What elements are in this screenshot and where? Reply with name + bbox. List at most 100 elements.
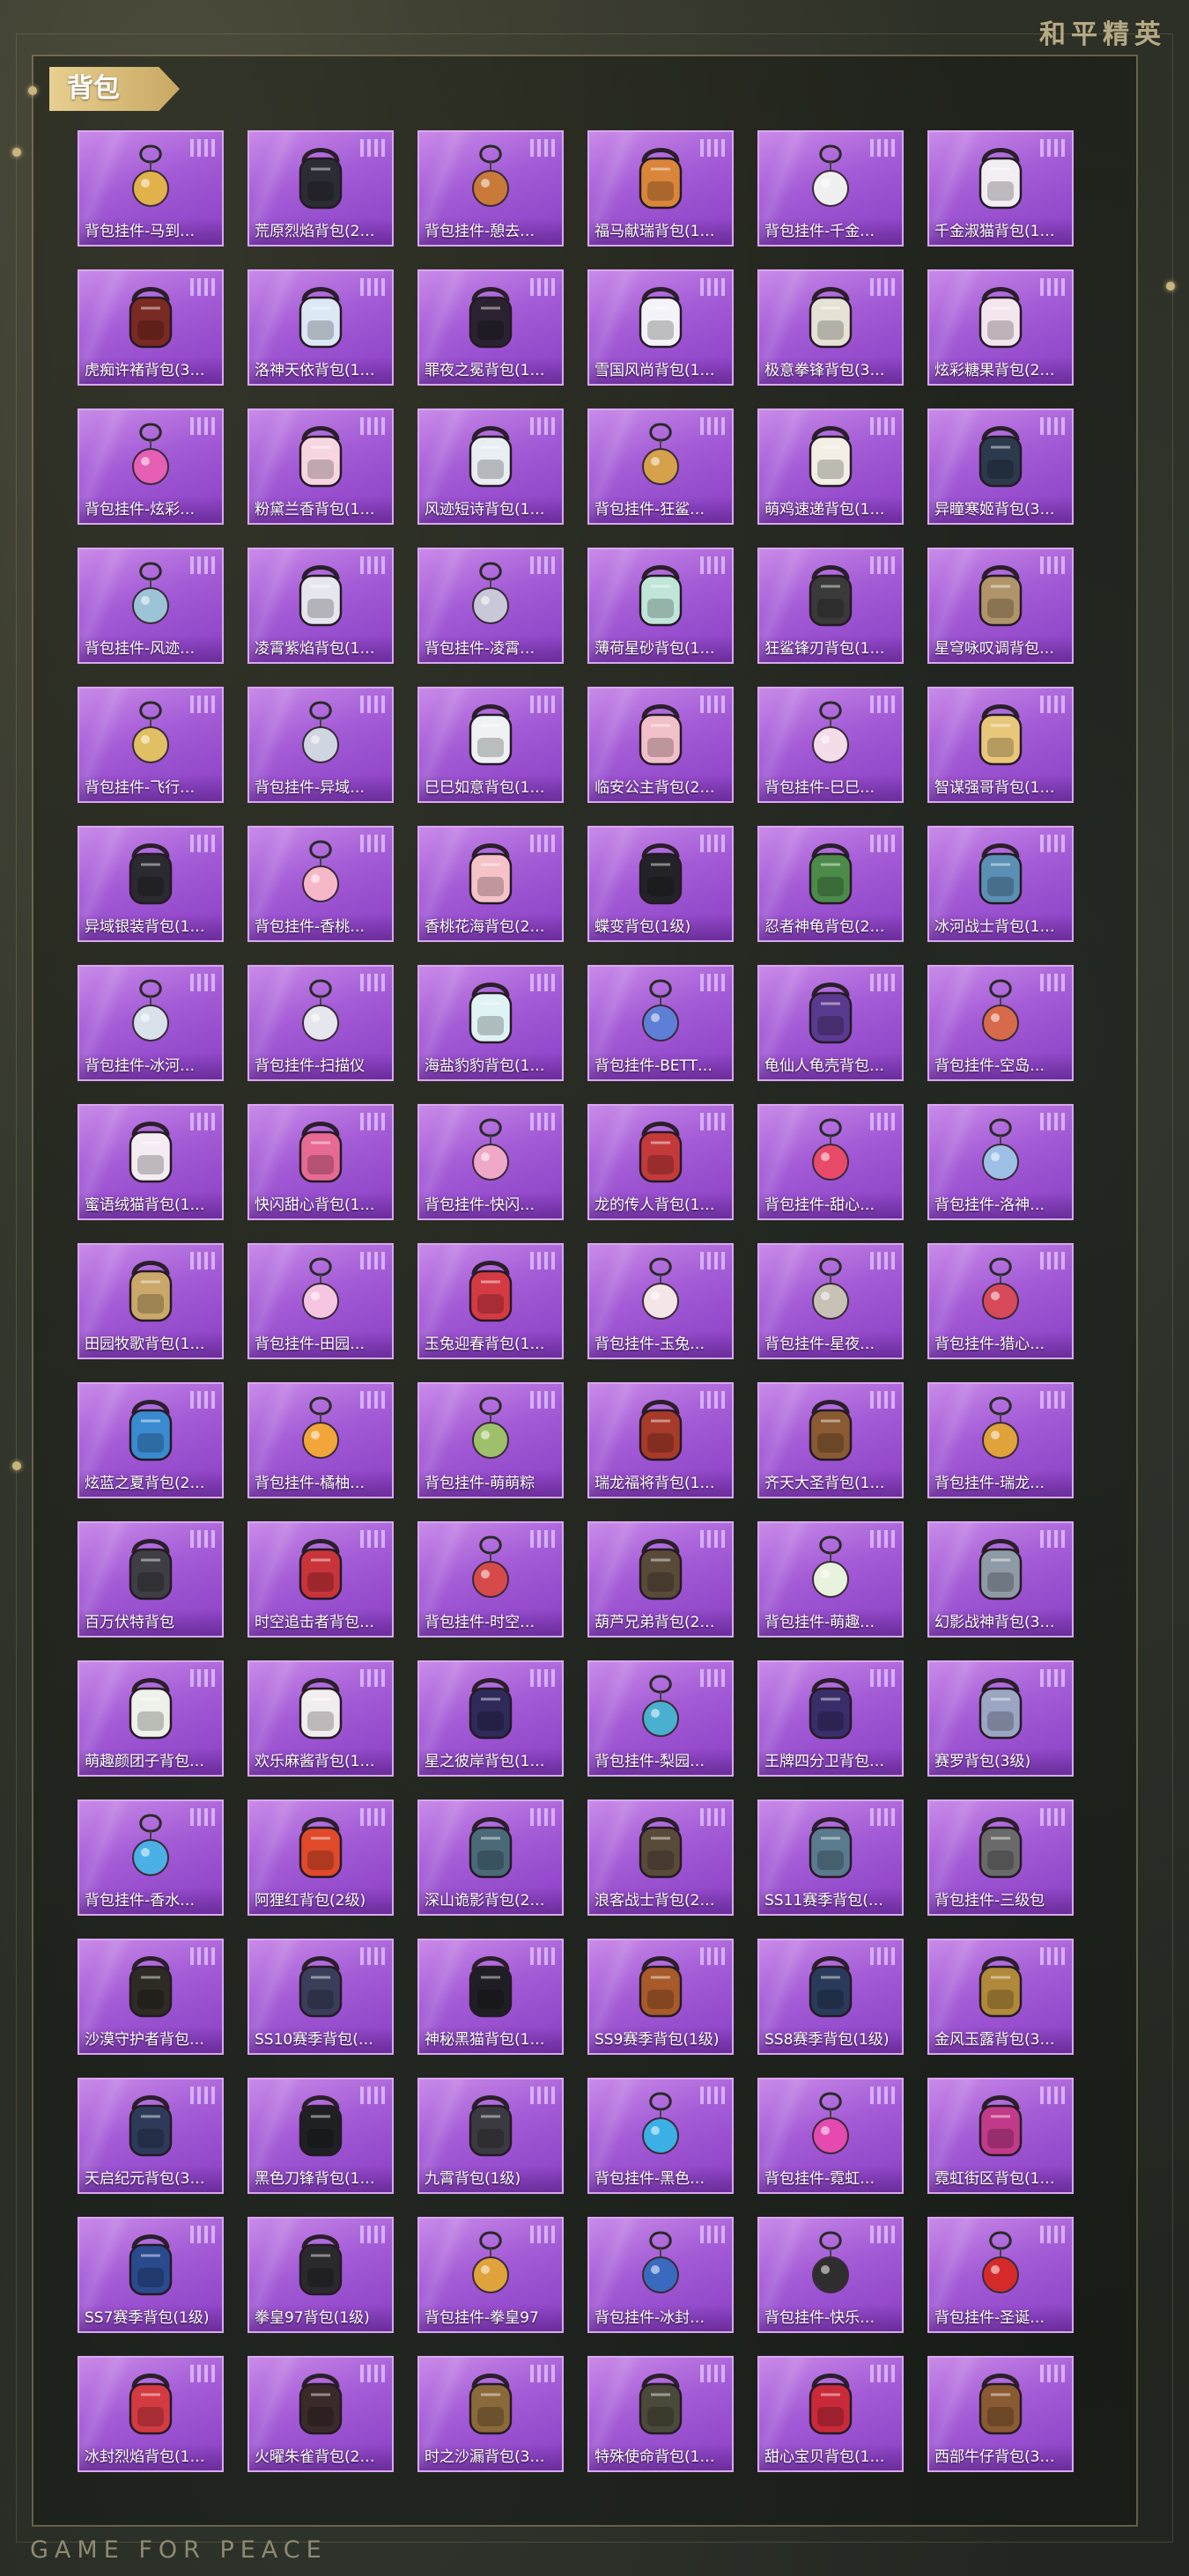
- item-card[interactable]: 背包挂件-时空…: [417, 1521, 564, 1638]
- item-card[interactable]: 赛罗背包(3级): [927, 1660, 1074, 1777]
- item-card[interactable]: 幻影战神背包(3…: [927, 1521, 1074, 1638]
- item-card[interactable]: 巳巳如意背包(1…: [417, 687, 564, 803]
- item-card[interactable]: 背包挂件-空岛…: [927, 965, 1074, 1081]
- item-card[interactable]: 背包挂件-三级包: [927, 1800, 1074, 1916]
- item-card[interactable]: 背包挂件-BETT…: [587, 965, 734, 1081]
- item-card[interactable]: 智谋强哥背包(1…: [927, 687, 1074, 803]
- item-card[interactable]: 背包挂件-霓虹…: [757, 2078, 904, 2194]
- item-card[interactable]: 罪夜之冕背包(1…: [417, 269, 564, 386]
- item-card[interactable]: 拳皇97背包(1级): [247, 2217, 394, 2333]
- item-card[interactable]: 背包挂件-炫彩…: [78, 408, 224, 525]
- item-card[interactable]: SS8赛季背包(1级): [757, 1939, 904, 2055]
- item-card[interactable]: 蝶变背包(1级): [587, 826, 734, 942]
- item-card[interactable]: 背包挂件-拳皇97: [417, 2217, 564, 2333]
- item-card[interactable]: 薄荷星砂背包(1…: [587, 548, 734, 664]
- item-card[interactable]: 背包挂件-千金…: [757, 130, 904, 247]
- item-card[interactable]: 沙漠守护者背包…: [78, 1939, 224, 2055]
- item-card[interactable]: 背包挂件-快乐…: [757, 2217, 904, 2333]
- item-card[interactable]: 忍者神龟背包(2…: [757, 826, 904, 942]
- item-card[interactable]: 齐天大圣背包(1…: [757, 1382, 904, 1498]
- item-card[interactable]: 火曜朱雀背包(2…: [247, 2356, 394, 2472]
- item-card[interactable]: 海盐豹豹背包(1…: [417, 965, 564, 1081]
- item-card[interactable]: SS7赛季背包(1级): [78, 2217, 224, 2333]
- item-card[interactable]: 田园牧歌背包(1…: [78, 1243, 224, 1359]
- item-card[interactable]: 龟仙人龟壳背包…: [757, 965, 904, 1081]
- item-card[interactable]: 冰河战士背包(1…: [927, 826, 1074, 942]
- item-card[interactable]: 背包挂件-冰河…: [78, 965, 224, 1081]
- item-card[interactable]: 阿狸红背包(2级): [247, 1800, 394, 1916]
- item-card[interactable]: 星之彼岸背包(1…: [417, 1660, 564, 1777]
- item-card[interactable]: 背包挂件-星夜…: [757, 1243, 904, 1359]
- item-card[interactable]: 背包挂件-田园…: [247, 1243, 394, 1359]
- item-card[interactable]: 极意拳锋背包(3…: [757, 269, 904, 386]
- item-card[interactable]: 背包挂件-香桃…: [247, 826, 394, 942]
- item-card[interactable]: 瑞龙福将背包(1…: [587, 1382, 734, 1498]
- item-card[interactable]: 福马献瑞背包(1…: [587, 130, 734, 247]
- item-card[interactable]: 背包挂件-狂鲨…: [587, 408, 734, 525]
- item-card[interactable]: 背包挂件-橘柚…: [247, 1382, 394, 1498]
- item-card[interactable]: 洛神天依背包(1…: [247, 269, 394, 386]
- item-card[interactable]: 特殊使命背包(1…: [587, 2356, 734, 2472]
- item-card[interactable]: 背包挂件-凌霄…: [417, 548, 564, 664]
- item-card[interactable]: 王牌四分卫背包…: [757, 1660, 904, 1777]
- item-card[interactable]: 风迹短诗背包(1…: [417, 408, 564, 525]
- item-card[interactable]: SS11赛季背包(…: [757, 1800, 904, 1916]
- item-card[interactable]: 异瞳寒姬背包(3…: [927, 408, 1074, 525]
- item-card[interactable]: 背包挂件-快闪…: [417, 1104, 564, 1220]
- item-card[interactable]: 蜜语绒猫背包(1…: [78, 1104, 224, 1220]
- item-card[interactable]: 背包挂件-憩去…: [417, 130, 564, 247]
- item-card[interactable]: SS9赛季背包(1级): [587, 1939, 734, 2055]
- item-card[interactable]: 西部牛仔背包(3…: [927, 2356, 1074, 2472]
- item-card[interactable]: 深山诡影背包(2…: [417, 1800, 564, 1916]
- item-card[interactable]: 香桃花海背包(2…: [417, 826, 564, 942]
- item-card[interactable]: 背包挂件-梨园…: [587, 1660, 734, 1777]
- item-card[interactable]: 背包挂件-风迹…: [78, 548, 224, 664]
- item-card[interactable]: 背包挂件-洛神…: [927, 1104, 1074, 1220]
- item-card[interactable]: 背包挂件-马到…: [78, 130, 224, 247]
- item-card[interactable]: 背包挂件-瑞龙…: [927, 1382, 1074, 1498]
- item-card[interactable]: 星穹咏叹调背包…: [927, 548, 1074, 664]
- item-card[interactable]: SS10赛季背包(…: [247, 1939, 394, 2055]
- item-card[interactable]: 神秘黑猫背包(1…: [417, 1939, 564, 2055]
- item-card[interactable]: 雪国风尚背包(1…: [587, 269, 734, 386]
- item-card[interactable]: 背包挂件-猎心…: [927, 1243, 1074, 1359]
- item-card[interactable]: 甜心宝贝背包(1…: [757, 2356, 904, 2472]
- item-card[interactable]: 背包挂件-巳巳…: [757, 687, 904, 803]
- item-card[interactable]: 异域银装背包(1…: [78, 826, 224, 942]
- item-card[interactable]: 凌霄紫焰背包(1…: [247, 548, 394, 664]
- item-card[interactable]: 狂鲨锋刃背包(1…: [757, 548, 904, 664]
- item-card[interactable]: 浪客战士背包(2…: [587, 1800, 734, 1916]
- item-card[interactable]: 背包挂件-萌趣…: [757, 1521, 904, 1638]
- item-card[interactable]: 背包挂件-飞行…: [78, 687, 224, 803]
- item-card[interactable]: 背包挂件-甜心…: [757, 1104, 904, 1220]
- item-card[interactable]: 龙的传人背包(1…: [587, 1104, 734, 1220]
- item-card[interactable]: 九霄背包(1级): [417, 2078, 564, 2194]
- item-card[interactable]: 背包挂件-萌萌粽: [417, 1382, 564, 1498]
- item-card[interactable]: 背包挂件-冰封…: [587, 2217, 734, 2333]
- item-card[interactable]: 背包挂件-玉兔…: [587, 1243, 734, 1359]
- item-card[interactable]: 冰封烈焰背包(1…: [78, 2356, 224, 2472]
- item-card[interactable]: 玉兔迎春背包(1…: [417, 1243, 564, 1359]
- item-card[interactable]: 霓虹街区背包(1…: [927, 2078, 1074, 2194]
- item-card[interactable]: 背包挂件-异域…: [247, 687, 394, 803]
- item-card[interactable]: 背包挂件-黑色…: [587, 2078, 734, 2194]
- item-card[interactable]: 炫彩糖果背包(2…: [927, 269, 1074, 386]
- item-card[interactable]: 炫蓝之夏背包(2…: [78, 1382, 224, 1498]
- item-card[interactable]: 欢乐麻酱背包(1…: [247, 1660, 394, 1777]
- item-card[interactable]: 黑色刀锋背包(1…: [247, 2078, 394, 2194]
- item-card[interactable]: 金风玉露背包(3…: [927, 1939, 1074, 2055]
- item-card[interactable]: 百万伏特背包: [78, 1521, 224, 1638]
- item-card[interactable]: 千金淑猫背包(1…: [927, 130, 1074, 247]
- item-card[interactable]: 粉黛兰香背包(1…: [247, 408, 394, 525]
- item-card[interactable]: 背包挂件-圣诞…: [927, 2217, 1074, 2333]
- item-card[interactable]: 天启纪元背包(3…: [78, 2078, 224, 2194]
- item-card[interactable]: 荒原烈焰背包(2…: [247, 130, 394, 247]
- item-card[interactable]: 葫芦兄弟背包(2…: [587, 1521, 734, 1638]
- item-card[interactable]: 背包挂件-香水…: [78, 1800, 224, 1916]
- item-card[interactable]: 时之沙漏背包(3…: [417, 2356, 564, 2472]
- item-card[interactable]: 萌趣颜团子背包…: [78, 1660, 224, 1777]
- item-card[interactable]: 萌鸡速递背包(1…: [757, 408, 904, 525]
- item-card[interactable]: 时空追击者背包…: [247, 1521, 394, 1638]
- item-card[interactable]: 临安公主背包(2…: [587, 687, 734, 803]
- item-card[interactable]: 背包挂件-扫描仪: [247, 965, 394, 1081]
